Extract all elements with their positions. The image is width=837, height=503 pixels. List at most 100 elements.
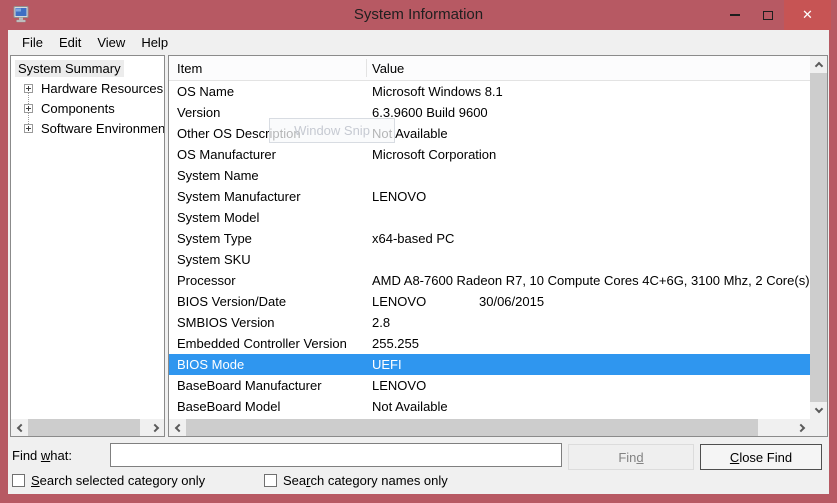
tree-scroll-right-button[interactable] [147,419,164,436]
snip-ghost-overlay: Window Snip [269,118,395,143]
menu-bar: FileEditViewHelp [8,30,829,54]
table-row[interactable]: Other OS DescriptionNot Available [169,123,810,144]
value-cell: 2.8 [372,315,390,330]
maximize-icon [763,11,773,20]
tree-scroll-left-button[interactable] [11,419,28,436]
tree-horizontal-scrollbar[interactable] [11,419,164,436]
find-button-mnemonic: d [636,450,643,465]
menu-item-file[interactable]: File [14,32,51,53]
value-cell: AMD A8-7600 Radeon R7, 10 Compute Cores … [372,273,810,288]
item-cell: System Name [169,168,364,183]
details-hscrollbar-thumb[interactable] [186,419,758,436]
table-row[interactable]: SMBIOS Version 2.8 [169,312,810,333]
details-scroll-right-button[interactable] [793,419,810,436]
menu-item-view[interactable]: View [89,32,133,53]
item-cell: BIOS Mode [169,357,364,372]
table-row[interactable]: System ManufacturerLENOVO [169,186,810,207]
table-row[interactable]: OS Name Microsoft Windows 8.1 [169,81,810,102]
table-row[interactable]: System Model [169,207,810,228]
details-pane: Item Value OS Name Microsoft Windows 8.1 V… [168,55,828,437]
tree-items: System Summary Hardware Resources Componen… [11,58,164,138]
table-row[interactable]: Version6.3.9600 Build 9600 [169,102,810,123]
details-vertical-scrollbar[interactable] [810,56,827,419]
table-row[interactable]: System Type x64-based PC [169,228,810,249]
checkbox2-post: ch category names only [310,473,447,488]
table-row[interactable]: System SKU [169,249,810,270]
tree-item-label: Hardware Resources [38,80,165,97]
search-options-row: Search selected category only Search cat… [8,473,829,493]
item-cell: SMBIOS Version [169,315,364,330]
details-horizontal-scrollbar[interactable] [169,419,827,436]
close-find-post: lose Find [739,450,792,465]
close-button[interactable]: ✕ [784,0,831,30]
tree-item-hardware-resources[interactable]: Hardware Resources [11,78,164,98]
item-cell: OS Name [169,84,364,99]
value-cell: Not Available [372,399,448,414]
chevron-right-icon [150,423,158,431]
details-scroll-down-button[interactable] [810,402,827,419]
value-cell: LENOVO [372,294,471,309]
menu-item-help[interactable]: Help [133,32,176,53]
details-scroll-up-button[interactable] [810,56,827,73]
table-row[interactable]: ProcessorAMD A8-7600 Radeon R7, 10 Compu… [169,270,810,291]
search-category-names-label: Search category names only [283,473,448,488]
expand-plus-icon[interactable] [24,124,33,133]
value-cell: Microsoft Windows 8.1 [372,84,503,99]
menu-item-edit[interactable]: Edit [51,32,89,53]
checkbox1-post: earch selected category only [40,473,205,488]
find-what-input[interactable] [110,443,562,467]
details-vscrollbar-thumb[interactable] [810,73,827,402]
chevron-right-icon [796,423,804,431]
search-selected-category-checkbox[interactable] [12,474,25,487]
table-row[interactable]: BaseBoard ManufacturerLENOVO [169,375,810,396]
find-button[interactable]: Find [568,444,694,470]
category-tree-pane: System Summary Hardware Resources Componen… [10,55,165,437]
table-row[interactable]: Embedded Controller Version255.255 [169,333,810,354]
tree-item-components[interactable]: Components [11,98,164,118]
close-find-mnemonic: C [730,450,739,465]
search-selected-category-label: Search selected category only [31,473,205,488]
item-cell: BIOS Version/Date [169,294,364,309]
value-cell: 255.255 [372,336,419,351]
search-category-names-checkbox[interactable] [264,474,277,487]
tree-item-system-summary[interactable]: System Summary [11,58,164,78]
close-find-button[interactable]: Close Find [700,444,822,470]
find-bar: Find what: Find Close Find [8,442,829,470]
value-cell: LENOVO [372,378,426,393]
chevron-down-icon [814,405,822,413]
tree-item-label: System Summary [15,60,124,77]
minimize-button[interactable] [718,0,751,30]
checkbox1-mnemonic: S [31,473,40,488]
system-information-window: System Information ✕ FileEditViewHelp Sy… [0,0,837,503]
tree-item-software-environment[interactable]: Software Environment [11,118,164,138]
value-extra-cell: 30/06/2015 [471,294,544,309]
expand-plus-icon[interactable] [24,84,33,93]
table-row[interactable]: BaseBoard ModelNot Available [169,396,810,417]
client-area: FileEditViewHelp System Summary Hardware … [8,30,829,494]
table-row[interactable]: BIOS ModeUEFI [169,354,810,375]
tree-item-label: Software Environment [38,120,165,137]
window-title: System Information [0,6,837,23]
chevron-left-icon [174,423,182,431]
minimize-icon [730,14,740,16]
value-cell: x64-based PC [372,231,454,246]
tree-scrollbar-thumb[interactable] [28,419,140,436]
item-cell: System Type [169,231,364,246]
item-cell: System Manufacturer [169,189,364,204]
table-row[interactable]: System Name [169,165,810,186]
table-row[interactable]: BIOS Version/Date LENOVO30/06/2015 [169,291,810,312]
titlebar: System Information ✕ [0,0,837,30]
value-cell: Microsoft Corporation [372,147,496,162]
column-header-item[interactable]: Item [177,61,202,76]
tree-item-label: Components [38,100,118,117]
search-selected-category-option[interactable]: Search selected category only [12,473,205,488]
table-row[interactable]: OS ManufacturerMicrosoft Corporation [169,144,810,165]
table-header: Item Value [169,56,810,81]
details-scroll-left-button[interactable] [169,419,186,436]
maximize-button[interactable] [751,0,784,30]
chevron-up-icon [814,62,822,70]
info-table-body: OS Name Microsoft Windows 8.1 Version6.3.9… [169,81,810,419]
search-category-names-option[interactable]: Search category names only [264,473,448,488]
column-header-value[interactable]: Value [372,61,404,76]
expand-plus-icon[interactable] [24,104,33,113]
